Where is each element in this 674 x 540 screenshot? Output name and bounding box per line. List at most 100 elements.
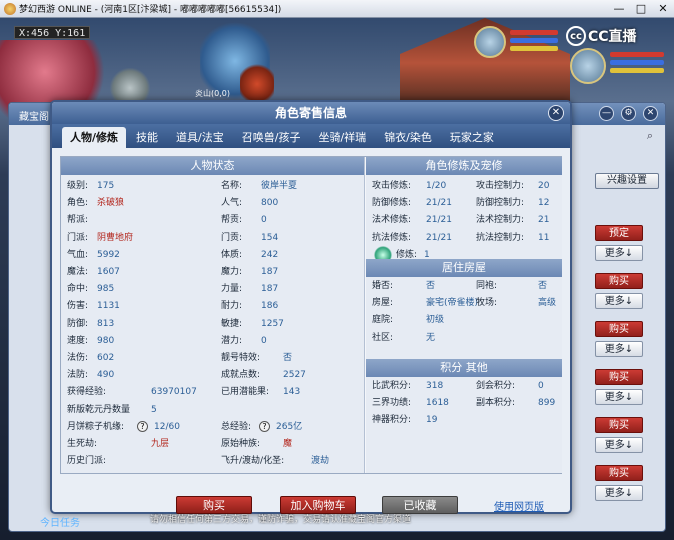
stat-value: 豪宅(帝雀楼): [426, 298, 479, 309]
tab-pets[interactable]: 召唤兽/孩子: [234, 127, 309, 148]
treasure-pavilion-title: 藏宝阁: [19, 112, 49, 123]
more-button[interactable]: 更多↓: [595, 437, 643, 453]
stat-label: 总经验:: [221, 421, 252, 432]
dialog-title: 角色寄售信息: [274, 106, 347, 120]
buy-button[interactable]: 购买: [595, 321, 643, 337]
stat-label: 防御修炼:: [372, 198, 412, 209]
gear-icon[interactable]: ⚙: [621, 106, 636, 121]
stat-label: 靓号特效:: [221, 353, 261, 363]
dialog-content: 人物状态 级别: 175 角色: 杀破狼 帮派: 门派: 阴曹地府 气血: 5992 魔法: 160…: [60, 156, 562, 474]
stat-label: 法防:: [67, 370, 89, 381]
stat-row: 抗法控制力: 11: [476, 231, 549, 245]
stat-value: 318: [426, 381, 444, 391]
tab-outfits[interactable]: 锦衣/染色: [376, 127, 440, 148]
stat-label: 历史门派:: [67, 456, 107, 467]
tab-items[interactable]: 道具/法宝: [168, 127, 232, 148]
dialog-tabs: 人物/修炼 技能 道具/法宝 召唤兽/孩子 坐骑/祥瑞 锦衣/染色 玩家之家: [52, 124, 570, 148]
stat-value: 602: [97, 353, 115, 363]
close-window-button[interactable]: ✕: [652, 0, 674, 18]
stat-label: 获得经验:: [67, 387, 107, 398]
stat-value: 20: [538, 181, 550, 191]
stat-row: 攻击修炼: 1/20: [372, 179, 446, 193]
player-mp-bar: [610, 60, 664, 65]
maximize-button[interactable]: □: [630, 0, 652, 18]
buy-button[interactable]: 购买: [595, 465, 643, 481]
pet-portrait[interactable]: [474, 26, 506, 58]
interest-settings-button[interactable]: 兴趣设置: [595, 173, 659, 189]
stat-row: 婚否: 否: [372, 279, 435, 293]
stat-value: 899: [538, 398, 556, 409]
more-button[interactable]: 更多↓: [595, 245, 643, 261]
stat-row: 牧场: 高级: [476, 296, 556, 310]
stat-label: 婚否:: [372, 281, 394, 291]
stat-row: 门派: 阴曹地府: [67, 231, 133, 245]
stat-value: 175: [97, 181, 115, 191]
map-coordinates: X:456 Y:161: [14, 26, 91, 39]
stat-row: 比武积分: 318: [372, 379, 443, 393]
buy-button[interactable]: 购买: [595, 273, 643, 289]
stat-label: 抗法控制力:: [476, 232, 525, 243]
more-button[interactable]: 更多↓: [595, 389, 643, 405]
stat-value: 阴曹地府: [97, 232, 134, 243]
tab-home[interactable]: 玩家之家: [442, 127, 502, 148]
help-icon[interactable]: ?: [259, 420, 270, 432]
stat-value: 490: [97, 370, 115, 381]
stat-label: 名称:: [221, 181, 243, 191]
minimize-icon[interactable]: —: [599, 106, 614, 121]
stat-value: 渡劫: [311, 456, 330, 467]
stat-row: 潜力: 0: [221, 334, 267, 348]
stat-row: 法伤: 602: [67, 351, 114, 365]
tab-skills[interactable]: 技能: [128, 127, 166, 148]
stat-value: 否: [426, 281, 436, 291]
tab-mounts[interactable]: 坐骑/祥瑞: [310, 127, 374, 148]
stat-row: 帮派:: [67, 213, 97, 227]
player-portrait[interactable]: [570, 48, 606, 84]
map-name-label: 炎山(0,0): [195, 89, 230, 98]
stat-row: 房屋: 豪宅(帝雀楼): [372, 296, 478, 310]
stat-row: 社区: 无: [372, 331, 435, 345]
daily-task-link[interactable]: 今日任务: [40, 514, 80, 529]
stat-value: 魔: [283, 439, 293, 449]
stat-label: 潜力:: [221, 335, 243, 346]
stat-row: 总经验:? 265亿: [221, 420, 302, 434]
tab-character[interactable]: 人物/修炼: [62, 127, 127, 148]
watermark-text: CC直播: [588, 29, 637, 45]
stat-label: 社区:: [372, 332, 394, 343]
stat-row: 体质: 242: [221, 248, 278, 262]
stat-row: 历史门派:: [67, 454, 151, 468]
stat-value: 12/60: [154, 421, 180, 432]
stat-row: 法术修炼: 21/21: [372, 213, 452, 227]
stat-row: 防御: 813: [67, 317, 114, 331]
close-icon[interactable]: ✕: [643, 106, 658, 121]
search-icon[interactable]: ⌕: [641, 129, 659, 143]
stat-label: 防御:: [67, 318, 89, 329]
stat-label: 魔法:: [67, 267, 89, 277]
more-button[interactable]: 更多↓: [595, 341, 643, 357]
stat-value: 187: [261, 267, 279, 277]
stat-label: 法术控制力:: [476, 215, 525, 226]
stat-value: 1618: [426, 398, 449, 409]
stat-label: 神器积分:: [372, 415, 412, 426]
stat-row: 人气: 800: [221, 196, 278, 210]
web-version-link[interactable]: 使用网页版: [494, 498, 544, 513]
stat-row: 庭院: 初级: [372, 313, 444, 327]
stat-value: 21/21: [426, 232, 452, 243]
stat-row: 靓号特效: 否: [221, 351, 292, 365]
minimize-button[interactable]: —: [608, 0, 630, 18]
stat-label: 攻击控制力:: [476, 181, 525, 191]
buy-button[interactable]: 购买: [595, 417, 643, 433]
stat-row: 抗法修炼: 21/21: [372, 231, 452, 245]
more-button[interactable]: 更多↓: [595, 485, 643, 501]
stat-label: 人气:: [221, 198, 243, 209]
reserve-button[interactable]: 预定: [595, 225, 643, 241]
buy-button[interactable]: 购买: [595, 369, 643, 385]
cc-live-watermark: cc CC直播: [566, 26, 637, 46]
stat-label: 已用潜能果:: [221, 387, 270, 398]
stat-value: 63970107: [151, 387, 197, 398]
dialog-close-button[interactable]: ✕: [548, 105, 564, 121]
pet-hp-bar: [510, 30, 558, 35]
dialog-header: 角色寄售信息 ✕: [52, 102, 570, 124]
stat-label: 伤害:: [67, 301, 89, 312]
more-button[interactable]: 更多↓: [595, 293, 643, 309]
help-icon[interactable]: ?: [137, 420, 148, 432]
